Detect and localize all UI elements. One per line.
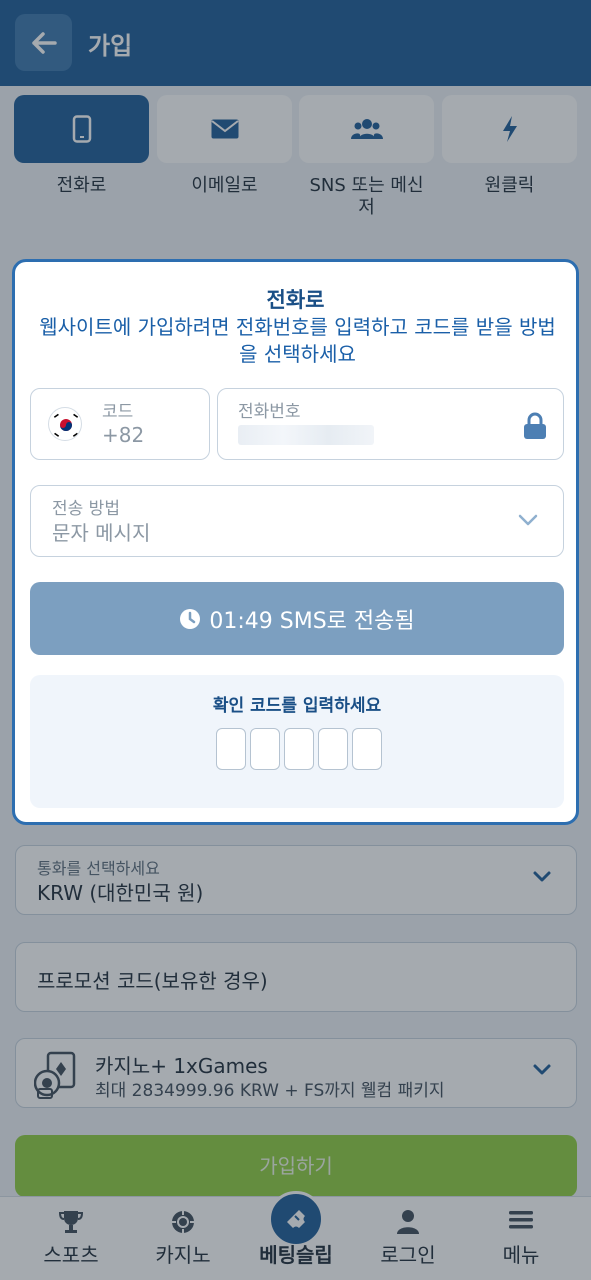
code-digit-input[interactable] (284, 728, 314, 770)
phone-number-field[interactable]: 전화번호 (217, 388, 564, 460)
phone-number-label: 전화번호 (238, 402, 301, 422)
code-digit-input[interactable] (250, 728, 280, 770)
phone-number-value-redacted (238, 425, 374, 445)
code-digit-input[interactable] (352, 728, 382, 770)
code-digit-input[interactable] (216, 728, 246, 770)
lock-icon (524, 412, 546, 439)
phone-verification-modal: 전화로 웹사이트에 가입하려면 전화번호를 입력하고 코드를 받을 방법을 선택… (12, 259, 579, 825)
modal-title: 전화로 (266, 288, 325, 312)
code-digit-input[interactable] (318, 728, 348, 770)
country-code-label: 코드 (102, 402, 134, 422)
verification-code-panel: 확인 코드를 입력하세요 (30, 675, 564, 808)
delivery-method-value: 문자 메시지 (52, 521, 151, 545)
country-code-value: +82 (102, 423, 145, 447)
clock-icon (180, 608, 201, 629)
delivery-method-label: 전송 방법 (52, 499, 120, 519)
modal-description: 웹사이트에 가입하려면 전화번호를 입력하고 코드를 받을 방법을 선택하세요 (39, 315, 556, 366)
verification-title: 확인 코드를 입력하세요 (212, 696, 382, 716)
sms-sent-button[interactable]: 01:49 SMS로 전송됨 (30, 582, 564, 655)
delivery-method-select[interactable]: 전송 방법 문자 메시지 (30, 485, 564, 557)
chevron-down-icon (518, 514, 538, 526)
country-code-field[interactable]: 코드 +82 (30, 388, 210, 460)
korea-flag-icon (48, 407, 82, 441)
verification-code-inputs (216, 728, 382, 772)
sms-status-text: 01:49 SMS로 전송됨 (209, 608, 415, 634)
